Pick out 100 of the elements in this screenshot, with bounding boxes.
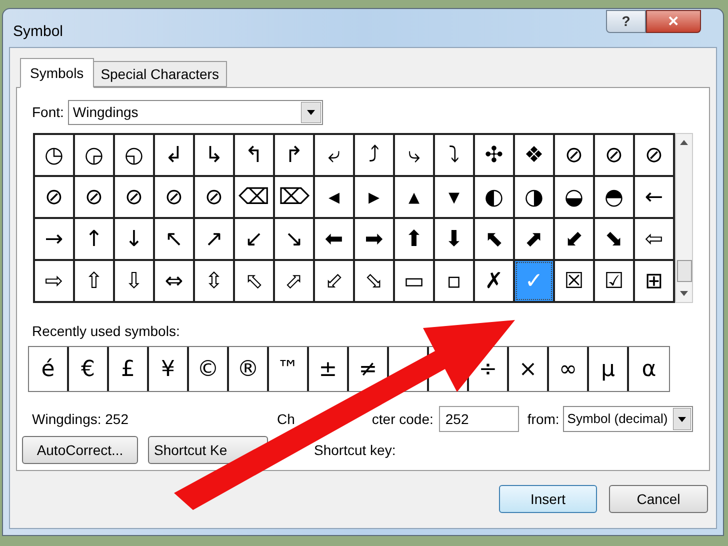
symbol-cell[interactable]: ◒ xyxy=(555,177,593,217)
symbol-cell[interactable]: ⤵ xyxy=(435,135,473,175)
recent-symbol[interactable]: ™ xyxy=(277,352,299,386)
recent-symbols-label: Recently used symbols: xyxy=(32,322,180,341)
symbol-cell[interactable]: ⬊ xyxy=(595,219,633,259)
symbol-cell[interactable]: ◑ xyxy=(515,177,553,217)
character-code-field[interactable]: 252 xyxy=(439,406,520,432)
scrollbar[interactable] xyxy=(675,133,693,303)
symbol-cell[interactable]: ▾ xyxy=(435,177,473,217)
recent-symbol[interactable]: ± xyxy=(318,352,338,386)
symbol-cell[interactable]: ⤶ xyxy=(315,135,353,175)
symbol-cell[interactable]: → xyxy=(35,219,73,259)
dropdown-arrow-icon xyxy=(673,408,692,430)
character-code-label: Ch xyxy=(277,410,295,428)
symbol-cell[interactable]: ⇔ xyxy=(155,261,193,301)
symbol-cell[interactable]: ⇦ xyxy=(635,219,673,259)
autocorrect-button[interactable]: AutoCorrect... xyxy=(22,436,138,464)
window-title: Symbol xyxy=(13,22,64,42)
symbol-cell[interactable]: ⊘ xyxy=(555,135,593,175)
symbol-cell[interactable]: ☒ xyxy=(555,261,593,301)
symbol-cell[interactable]: ⬋ xyxy=(555,219,593,259)
from-label: from: xyxy=(527,410,560,428)
symbol-cell[interactable]: ⬇ xyxy=(435,219,473,259)
symbol-cell[interactable]: ▸ xyxy=(355,177,393,217)
recent-symbol[interactable]: € xyxy=(81,352,95,386)
symbol-cell[interactable]: ▴ xyxy=(395,177,433,217)
symbol-cell[interactable]: ☑ xyxy=(595,261,633,301)
symbol-cell[interactable]: ⊘ xyxy=(155,177,193,217)
symbol-cell[interactable]: ⊘ xyxy=(195,177,233,217)
symbol-cell[interactable]: ↱ xyxy=(275,135,313,175)
symbol-cell[interactable]: ◵ xyxy=(115,135,153,175)
recent-symbol[interactable]: ∞ xyxy=(558,352,578,386)
symbol-cell[interactable]: ↙ xyxy=(235,219,273,259)
symbol-cell[interactable]: ⇧ xyxy=(75,261,113,301)
scroll-down-icon[interactable] xyxy=(679,288,689,298)
symbol-cell[interactable]: ➡ xyxy=(355,219,393,259)
recent-symbol[interactable]: £ xyxy=(121,352,135,386)
symbol-cell[interactable]: ⬉ xyxy=(475,219,513,259)
recent-symbol[interactable]: × xyxy=(518,352,538,386)
tab[interactable]: Special Characters xyxy=(94,61,227,87)
recent-symbol[interactable]: µ xyxy=(601,352,615,386)
symbol-cell[interactable]: ⬈ xyxy=(515,219,553,259)
dropdown-arrow-icon xyxy=(300,102,321,123)
symbol-cell[interactable]: ↳ xyxy=(195,135,233,175)
symbol-cell[interactable]: ⤷ xyxy=(395,135,433,175)
font-dropdown[interactable]: Wingdings xyxy=(68,100,323,125)
scroll-up-icon[interactable] xyxy=(679,138,689,148)
symbol-cell[interactable]: ↖ xyxy=(155,219,193,259)
recent-symbol[interactable]: ¥ xyxy=(161,352,175,386)
recent-symbol[interactable]: ® xyxy=(237,352,259,386)
tab[interactable]: Symbols xyxy=(20,58,94,88)
symbol-cell[interactable]: ⬀ xyxy=(275,261,313,301)
symbol-cell[interactable]: ❖ xyxy=(515,135,553,175)
symbol-cell[interactable]: ⇩ xyxy=(115,261,153,301)
character-code-label: cter code: xyxy=(372,410,434,428)
symbol-cell[interactable]: ⇨ xyxy=(35,261,73,301)
symbol-cell[interactable]: ⊘ xyxy=(115,177,153,217)
recent-symbol[interactable]: © xyxy=(197,352,219,386)
insert-button[interactable]: Insert xyxy=(499,485,597,513)
symbol-cell[interactable]: ▭ xyxy=(395,261,433,301)
symbol-cell[interactable]: ⊞ xyxy=(635,261,673,301)
symbol-cell[interactable]: ◂ xyxy=(315,177,353,217)
symbol-cell[interactable]: ✗ xyxy=(475,261,513,301)
symbol-cell[interactable]: ◐ xyxy=(475,177,513,217)
symbol-cell[interactable]: ⬁ xyxy=(235,261,273,301)
symbol-cell[interactable]: ↓ xyxy=(115,219,153,259)
symbol-cell[interactable]: ⌦ xyxy=(275,177,313,217)
symbol-cell[interactable]: ⊘ xyxy=(35,177,73,217)
symbol-cell[interactable]: ⇳ xyxy=(195,261,233,301)
symbol-cell[interactable]: ◶ xyxy=(75,135,113,175)
help-button[interactable]: ? xyxy=(606,10,646,33)
symbol-cell[interactable]: ⬂ xyxy=(355,261,393,301)
recent-symbol[interactable]: é xyxy=(41,352,55,386)
symbol-cell[interactable]: ⊘ xyxy=(595,135,633,175)
font-label: Font: xyxy=(32,103,64,122)
symbol-cell[interactable]: ✣ xyxy=(475,135,513,175)
scroll-thumb[interactable] xyxy=(676,260,692,282)
symbol-cell[interactable]: ↰ xyxy=(235,135,273,175)
symbol-cell[interactable]: ← xyxy=(635,177,673,217)
symbol-cell[interactable]: ⊘ xyxy=(635,135,673,175)
symbol-cell[interactable]: ↗ xyxy=(195,219,233,259)
symbol-cell[interactable]: ▫ xyxy=(435,261,473,301)
recent-symbol[interactable]: α xyxy=(642,352,656,386)
symbol-cell[interactable]: ◓ xyxy=(595,177,633,217)
symbol-cell[interactable]: ↲ xyxy=(155,135,193,175)
symbol-cell[interactable]: ↑ xyxy=(75,219,113,259)
symbol-cell[interactable]: ⌫ xyxy=(235,177,273,217)
symbol-cell[interactable]: ◷ xyxy=(35,135,73,175)
symbol-cell[interactable]: ↘ xyxy=(275,219,313,259)
symbol-cell[interactable]: ⊘ xyxy=(75,177,113,217)
symbol-cell[interactable]: ⬃ xyxy=(315,261,353,301)
cancel-button[interactable]: Cancel xyxy=(609,485,708,513)
from-dropdown[interactable]: Symbol (decimal) xyxy=(563,406,694,432)
shortcut-key-label: Shortcut key: xyxy=(314,440,396,460)
symbol-cell[interactable]: ⤴ xyxy=(355,135,393,175)
recent-symbol[interactable]: ≠ xyxy=(358,352,378,386)
recent-symbol[interactable]: ÷ xyxy=(478,352,498,386)
symbol-cell[interactable]: ⬆ xyxy=(395,219,433,259)
symbol-cell[interactable]: ⬅ xyxy=(315,219,353,259)
font-code-text: Wingdings: 252 xyxy=(31,410,130,429)
